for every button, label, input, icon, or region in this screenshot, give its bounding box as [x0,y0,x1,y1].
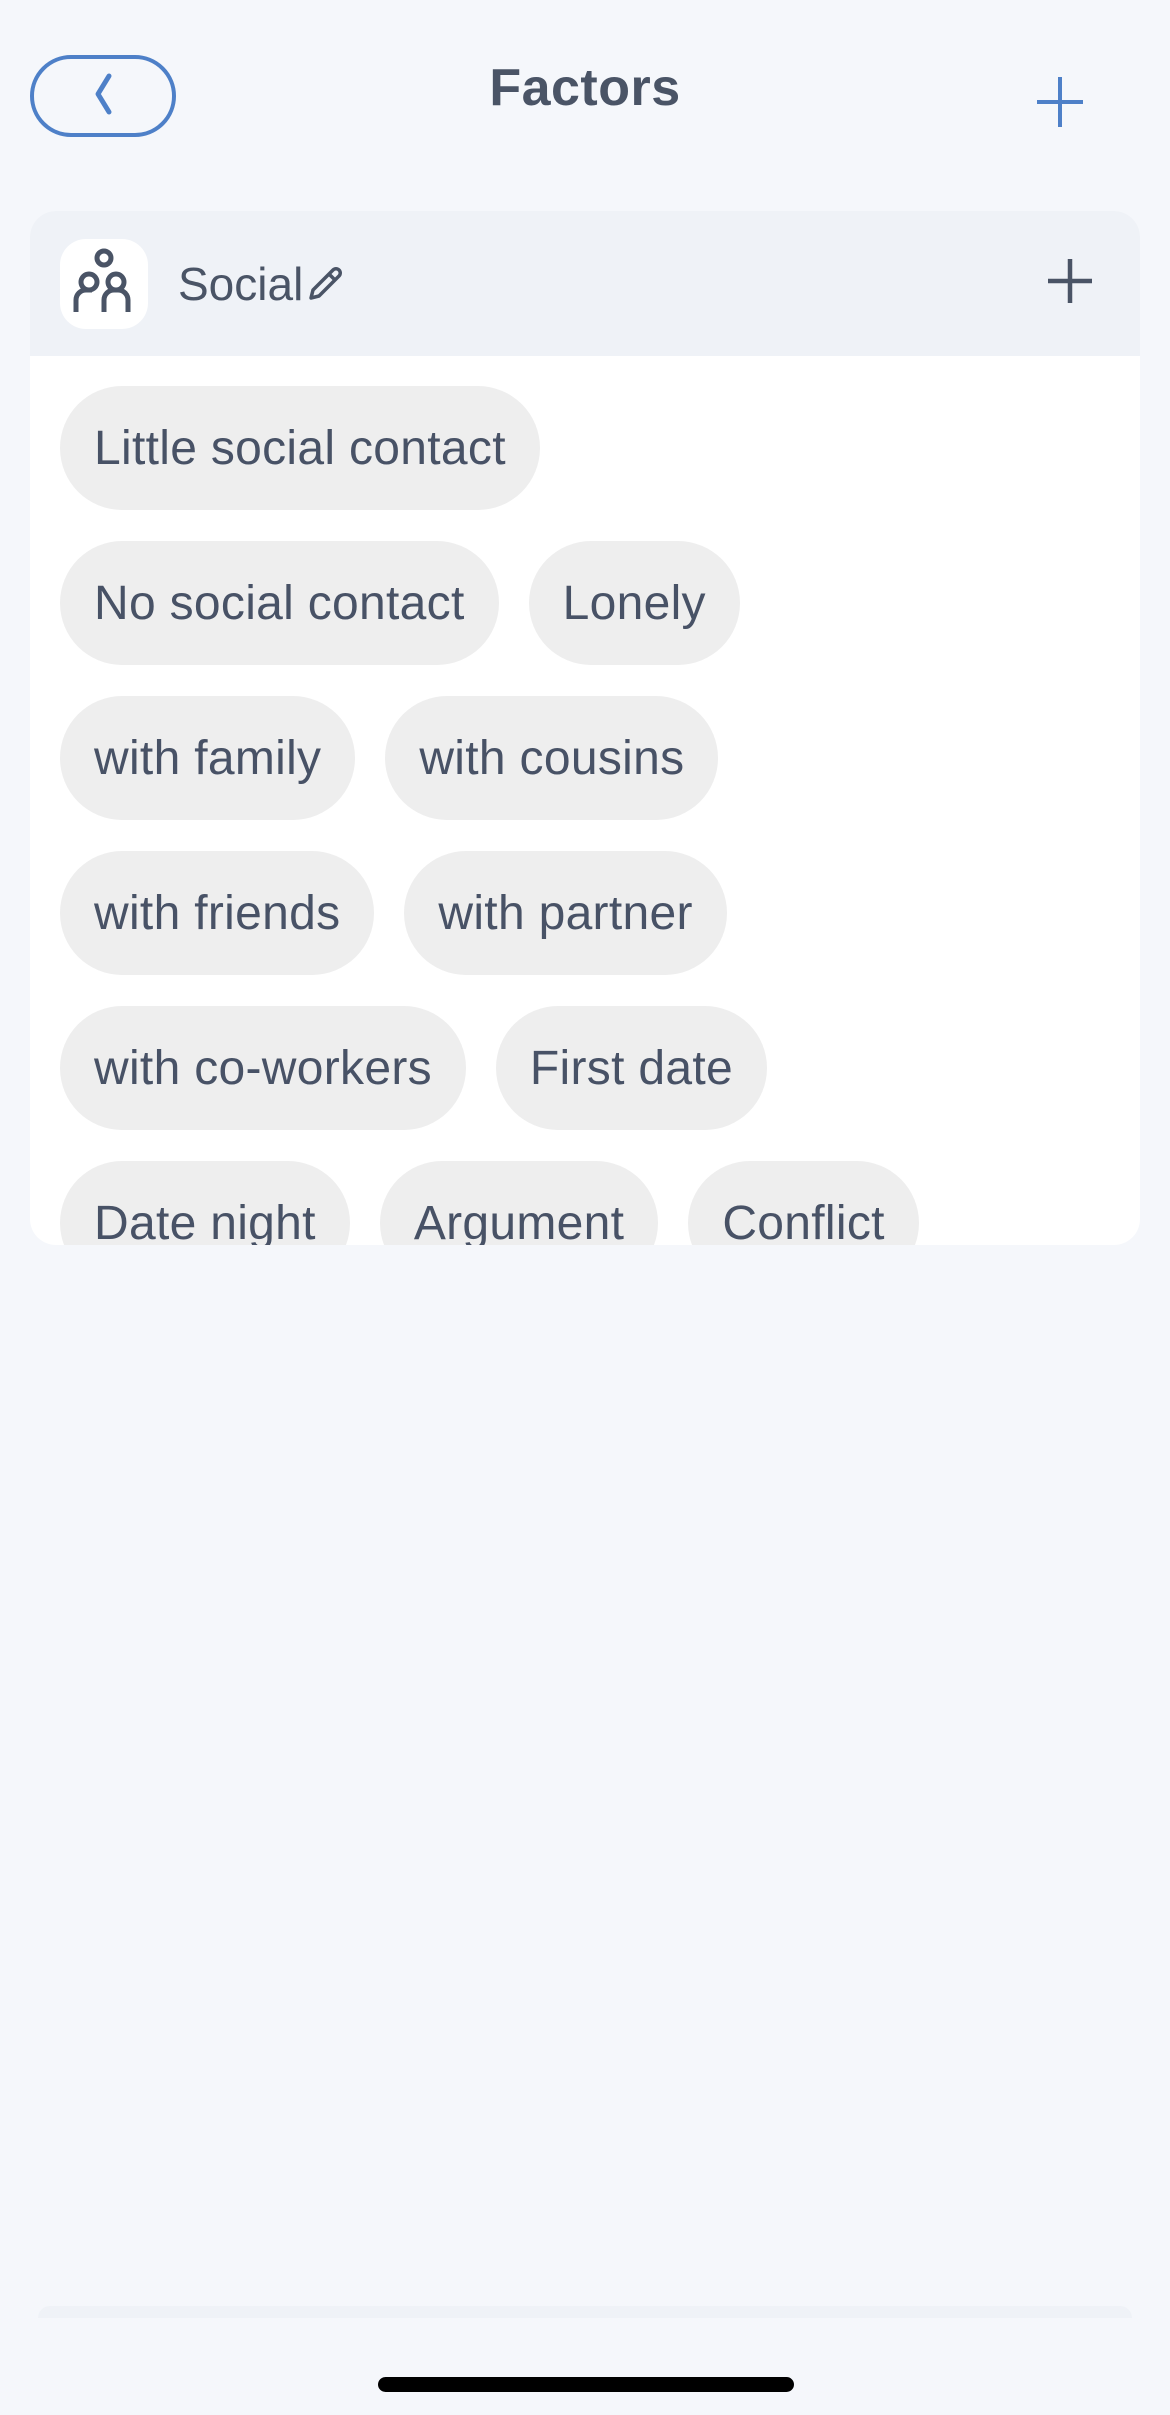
chip-row: with friends with partner [60,851,1140,975]
factor-chip[interactable]: No social contact [60,541,499,665]
pencil-icon[interactable] [305,264,345,304]
category-header: Social [30,211,1140,356]
next-category-card [38,2306,1132,2318]
factor-chip[interactable]: First date [495,1006,767,1130]
chip-row: No social contact Lonely [60,541,1140,665]
add-factor-to-category-button[interactable] [1040,253,1100,313]
nav-header: Factors [0,0,1170,190]
home-indicator[interactable] [378,2377,794,2392]
category-icon-container [60,238,148,329]
factor-chip-list: Little social contact No social contact Lo… [30,356,1140,1245]
add-factor-button[interactable] [1030,74,1090,134]
factor-chip[interactable]: Lonely [528,541,740,665]
category-card: Social Little social contact No social co… [30,211,1140,1245]
chip-row: Little social contact [60,386,1140,510]
plus-icon [1033,75,1087,134]
factor-chip[interactable]: Date night [60,1161,350,1245]
category-name: Social [178,257,304,310]
factor-chip[interactable]: with cousins [385,696,719,820]
page-title: Factors [489,59,681,117]
factor-chip[interactable]: with friends [60,851,375,975]
factor-chip[interactable]: Argument [379,1161,659,1245]
chip-row: with co-workers First date [60,1006,1140,1130]
factor-chip[interactable]: Little social contact [60,386,540,510]
chip-row: with family with cousins [60,696,1140,820]
chip-row: Date night Argument Conflict [60,1161,1140,1245]
factor-chip[interactable]: with co-workers [60,1006,466,1130]
plus-icon [1046,257,1094,310]
category-title: Social [178,257,345,311]
people-group-icon [73,248,135,319]
factor-chip[interactable]: Conflict [688,1161,919,1245]
factor-chip[interactable]: with partner [404,851,727,975]
factor-chip[interactable]: with family [60,696,356,820]
